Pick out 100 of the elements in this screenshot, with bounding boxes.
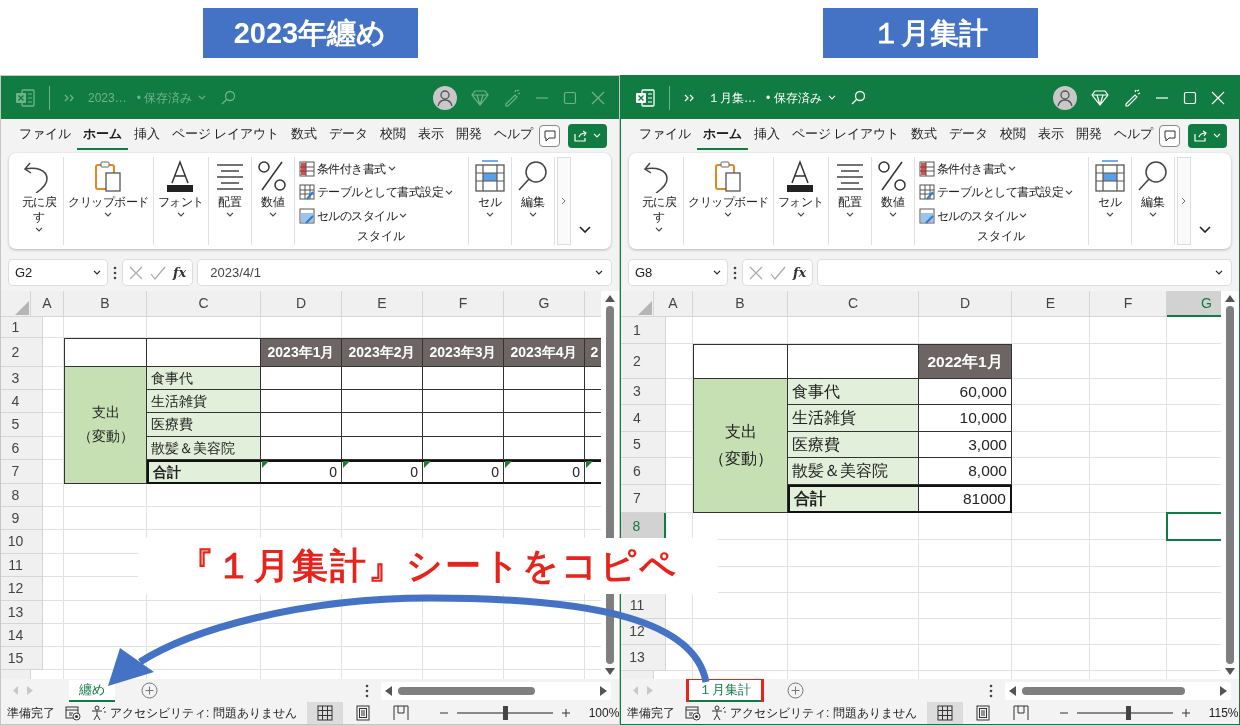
undo-button[interactable]: 元に戻す (637, 157, 681, 234)
save-status[interactable]: • 保存済み (766, 88, 822, 107)
cells-button[interactable]: セル (470, 157, 509, 219)
error-indicator-icon[interactable] (262, 461, 269, 468)
row-header[interactable]: 15 (1, 647, 43, 670)
column-header[interactable]: D (919, 291, 1012, 317)
row-header[interactable]: 1 (621, 317, 666, 344)
chevron-down-icon[interactable] (713, 270, 721, 275)
scroll-down-icon[interactable] (1225, 668, 1235, 675)
add-sheet-icon[interactable] (141, 682, 158, 699)
scrollbar-thumb[interactable] (1226, 306, 1234, 664)
ribbon-tab[interactable]: ヘルプ (488, 121, 540, 150)
scrollbar-thumb[interactable] (398, 686, 536, 695)
share-button[interactable] (1188, 123, 1227, 148)
pen-icon[interactable] (1123, 88, 1141, 107)
style-command[interactable]: 条件付き書式 (298, 157, 396, 181)
name-box[interactable]: G2 (9, 260, 107, 285)
scroll-up-icon[interactable] (1225, 295, 1235, 302)
editing-button[interactable]: 編集 (513, 157, 552, 219)
chevron-down-icon[interactable] (387, 166, 396, 172)
style-command[interactable]: テーブルとして書式設定 (298, 180, 453, 205)
alignment-button[interactable]: 配置 (210, 157, 249, 219)
ribbon-tab[interactable]: 挿入 (748, 121, 786, 150)
ribbon-tab[interactable]: 校閲 (374, 121, 413, 150)
font-button[interactable]: フォント (155, 157, 206, 219)
chevron-down-icon[interactable] (445, 189, 453, 195)
add-sheet-icon[interactable] (787, 682, 804, 699)
row-header[interactable]: 7 (1, 460, 43, 484)
style-command[interactable]: テーブルとして書式設定 (918, 180, 1073, 205)
row-header[interactable]: 13 (1, 601, 43, 624)
more-icon[interactable] (365, 683, 369, 698)
chevron-down-icon[interactable] (1007, 166, 1016, 172)
column-header[interactable]: B (64, 291, 147, 317)
chevron-down-icon[interactable] (268, 212, 277, 217)
style-command[interactable]: セルのスタイル (918, 204, 1027, 228)
column-header[interactable]: F (423, 291, 504, 317)
comments-button[interactable] (539, 124, 561, 147)
chevron-down-icon[interactable] (485, 212, 494, 217)
ribbon-tab[interactable]: データ (323, 121, 375, 150)
zoom-level[interactable]: 115% (1208, 704, 1239, 722)
row-header[interactable]: 5 (1, 413, 43, 437)
ribbon-tab[interactable]: 開発 (450, 121, 489, 150)
comments-button[interactable] (1159, 124, 1181, 147)
chevron-down-icon[interactable] (93, 270, 101, 275)
scroll-right-icon[interactable] (1220, 685, 1227, 696)
macro-record-icon[interactable] (685, 705, 701, 721)
font-button[interactable]: フォント (775, 157, 826, 219)
more-icon[interactable] (989, 683, 993, 698)
error-indicator-icon[interactable] (343, 461, 350, 468)
avatar-icon[interactable] (1053, 85, 1077, 110)
ribbon-tab[interactable]: ページ レイアウト (166, 121, 286, 150)
column-header[interactable]: A (654, 291, 693, 317)
row-header[interactable]: 4 (621, 405, 666, 432)
row-header[interactable]: 10 (1, 530, 43, 554)
row-header[interactable]: 6 (1, 437, 43, 460)
normal-view-button[interactable] (926, 702, 963, 724)
share-button[interactable] (568, 123, 607, 148)
chevron-down-icon[interactable] (1105, 212, 1114, 217)
horizontal-scrollbar[interactable] (1005, 681, 1231, 700)
row-header[interactable]: 11 (1, 554, 43, 577)
column-header[interactable]: A (31, 291, 64, 317)
ribbon-tab[interactable]: ページ レイアウト (786, 121, 906, 150)
scroll-right-icon[interactable] (600, 685, 607, 696)
chevron-down-icon[interactable] (176, 212, 185, 217)
scroll-left-icon[interactable] (1009, 685, 1016, 696)
alignment-button[interactable]: 配置 (830, 157, 869, 219)
number-format-button[interactable]: 数値 (873, 157, 912, 219)
zoom-in-icon[interactable] (560, 708, 571, 718)
check-icon[interactable] (150, 265, 166, 280)
ribbon-tab[interactable]: 表示 (412, 121, 451, 150)
ribbon-tab[interactable]: ヘルプ (1108, 121, 1160, 150)
scroll-down-icon[interactable] (605, 668, 615, 675)
horizontal-scrollbar[interactable] (381, 681, 611, 700)
row-header[interactable]: 3 (621, 379, 666, 405)
error-indicator-icon[interactable] (505, 461, 512, 468)
chevron-down-icon[interactable] (845, 212, 854, 217)
row-header[interactable]: 2 (621, 344, 666, 379)
excel-icon[interactable] (635, 88, 655, 107)
number-format-button[interactable]: 数値 (253, 157, 292, 219)
row-header[interactable]: 14 (1, 624, 43, 647)
row-header[interactable]: 6 (621, 458, 666, 485)
chevron-down-icon[interactable] (35, 227, 43, 232)
chevron-down-icon[interactable] (1148, 212, 1157, 217)
ribbon-tab[interactable]: 数式 (905, 121, 944, 150)
row-header[interactable]: 8 (1, 484, 43, 507)
column-header[interactable]: F (1090, 291, 1167, 317)
row-header[interactable]: 2 (1, 338, 43, 367)
ribbon-tab[interactable]: ファイル (633, 121, 697, 150)
normal-view-button[interactable] (306, 702, 343, 724)
search-icon[interactable] (849, 89, 866, 106)
chevron-down-icon[interactable] (796, 212, 805, 217)
style-command[interactable]: セルのスタイル (298, 204, 407, 228)
column-header[interactable]: D (261, 291, 342, 317)
sheet-tab[interactable]: 纏め (69, 679, 115, 702)
row-header[interactable]: 5 (621, 432, 666, 458)
insert-function-button[interactable]: fx (793, 262, 807, 283)
avatar-icon[interactable] (433, 85, 457, 110)
scroll-up-icon[interactable] (605, 295, 615, 302)
row-header[interactable]: 9 (1, 507, 43, 530)
accessibility-status[interactable]: アクセシビリティ: 問題ありません (711, 704, 917, 722)
